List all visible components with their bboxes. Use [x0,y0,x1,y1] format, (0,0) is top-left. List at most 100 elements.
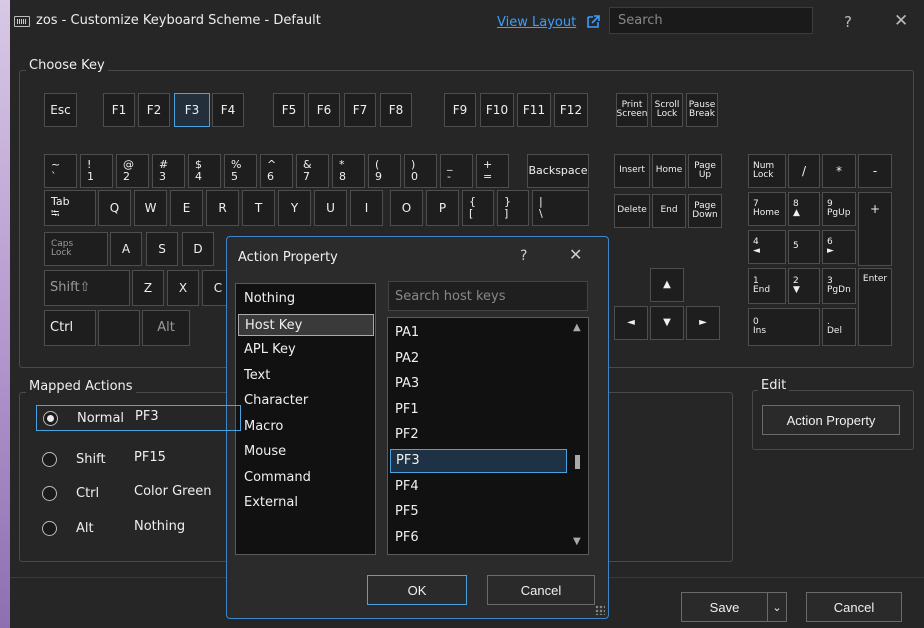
key-numpad-2[interactable]: 2 ▼ [788,268,820,304]
key-f11[interactable]: F11 [517,93,551,127]
radio-button[interactable] [42,452,57,467]
key-numpad-1[interactable]: 1 End [748,268,786,304]
key-letter[interactable]: R [206,190,239,226]
action-category-item[interactable]: Command [238,467,374,489]
radio-button[interactable] [42,521,57,536]
key-f8[interactable]: F8 [380,93,412,127]
search-input[interactable] [609,7,813,34]
key-ctrl[interactable]: Ctrl [44,310,96,346]
key-number-row[interactable]: ) 0 [404,154,437,188]
key-esc[interactable]: Esc [44,93,77,127]
key-end[interactable]: End [652,194,686,228]
key-number-row[interactable]: * 8 [332,154,365,188]
key-close-brace[interactable]: } ] [497,190,529,226]
key-number-row[interactable]: ~ ` [44,154,77,188]
key-arrow-left[interactable]: ◄ [614,306,648,340]
key-f2[interactable]: F2 [138,93,170,127]
key-number-row[interactable]: & 7 [296,154,329,188]
key-open-brace[interactable]: { [ [462,190,494,226]
action-category-item[interactable]: Mouse [238,441,374,463]
key-pause-break[interactable]: Pause Break [686,93,718,127]
dialog-close-icon[interactable]: ✕ [569,245,582,264]
key-f10[interactable]: F10 [480,93,514,127]
key-scroll-lock[interactable]: Scroll Lock [651,93,683,127]
key-page-up[interactable]: Page Up [688,154,722,188]
radio-button[interactable] [42,486,57,501]
key-insert[interactable]: Insert [614,154,650,188]
radio-button[interactable] [43,411,58,426]
key-f12[interactable]: F12 [554,93,588,127]
cancel-button[interactable]: Cancel [806,592,902,622]
key-number-row[interactable]: $4 [188,154,221,188]
key-caps-lock[interactable]: Caps Lock [44,232,108,266]
key-f3[interactable]: F3 [174,93,210,127]
host-key-scrollbar[interactable]: ▲ ▼ [570,318,588,554]
scroll-up-icon[interactable]: ▲ [573,322,581,333]
host-key-item[interactable]: PF6 [390,526,567,550]
host-key-item[interactable]: PF1 [390,398,567,422]
key-f9[interactable]: F9 [444,93,476,127]
mapped-action-row[interactable]: Normal PF3 [36,405,241,431]
key-numpad-dot[interactable]: . Del [822,308,856,346]
key-x[interactable]: X [167,270,199,306]
key-print-screen[interactable]: Print Screen [616,93,648,127]
host-key-item[interactable]: PA3 [390,372,567,396]
host-key-list[interactable]: ▲ ▼ PA1 PA2 PA3 PF1 PF2 PF3 PF4 PF5 PF6 [387,317,589,555]
key-arrow-down[interactable]: ▼ [650,306,684,340]
key-numpad-5[interactable]: 5 [788,230,820,264]
host-key-item[interactable]: PA1 [390,321,567,345]
key-letter[interactable]: T [242,190,275,226]
key-z[interactable]: Z [132,270,164,306]
key-f6[interactable]: F6 [308,93,340,127]
key-letter[interactable]: O [390,190,423,226]
external-link-icon[interactable] [586,15,600,29]
key-shift[interactable]: Shift⇧ [44,270,130,306]
action-category-item[interactable]: Character [238,390,374,412]
key-f4[interactable]: F4 [212,93,244,127]
scroll-down-icon[interactable]: ▼ [573,536,581,547]
action-category-item[interactable]: Text [238,365,374,387]
action-category-item[interactable]: Macro [238,416,374,438]
key-numpad-enter[interactable]: Enter [858,268,892,346]
key-page-down[interactable]: Page Down [688,194,722,228]
action-category-item[interactable]: APL Key [238,339,374,361]
key-number-row[interactable]: ^ 6 [260,154,293,188]
key-numpad-plus[interactable]: + [858,192,892,266]
key-letter[interactable]: Y [278,190,311,226]
key-alt[interactable]: Alt [142,310,190,346]
key-d[interactable]: D [182,232,214,266]
dialog-help-icon[interactable]: ? [520,248,527,264]
key-numpad-8[interactable]: 8 ▲ [788,192,820,226]
key-f1[interactable]: F1 [103,93,135,127]
key-a[interactable]: A [110,232,142,266]
key-numpad-0[interactable]: 0 Ins [748,308,820,346]
key-numpad-multiply[interactable]: * [822,154,856,188]
help-icon[interactable]: ? [844,13,852,31]
key-letter[interactable]: W [134,190,167,226]
key-letter[interactable]: U [314,190,347,226]
key-numpad-7[interactable]: 7 Home [748,192,786,226]
key-tab[interactable]: Tab ⭾ [44,190,96,226]
key-number-row[interactable]: _ - [440,154,473,188]
key-letter[interactable]: E [170,190,203,226]
host-key-item[interactable]: PF4 [390,475,567,499]
key-backspace[interactable]: Backspace [527,154,589,188]
action-category-item[interactable]: Nothing [238,288,374,310]
key-number-row[interactable]: ! 1 [80,154,113,188]
host-key-item[interactable]: PF2 [390,423,567,447]
key-num-lock[interactable]: Num Lock [748,154,786,188]
host-key-item[interactable]: PF3 [390,449,567,473]
key-numpad-divide[interactable]: / [788,154,820,188]
key-numpad-9[interactable]: 9 PgUp [822,192,856,226]
action-category-list[interactable]: Nothing Host Key APL Key Text Character Macro… [235,283,376,555]
key-arrow-right[interactable]: ► [686,306,720,340]
host-key-item[interactable]: PF5 [390,500,567,524]
key-numpad-6[interactable]: 6 ► [822,230,856,264]
key-number-row[interactable]: + = [476,154,509,188]
key-number-row[interactable]: @2 [116,154,149,188]
host-key-search-input[interactable] [388,281,588,311]
scroll-thumb[interactable] [575,455,580,469]
key-number-row[interactable]: % 5 [224,154,257,188]
mapped-action-row[interactable]: Alt Nothing [36,516,241,542]
key-win[interactable] [98,310,140,346]
